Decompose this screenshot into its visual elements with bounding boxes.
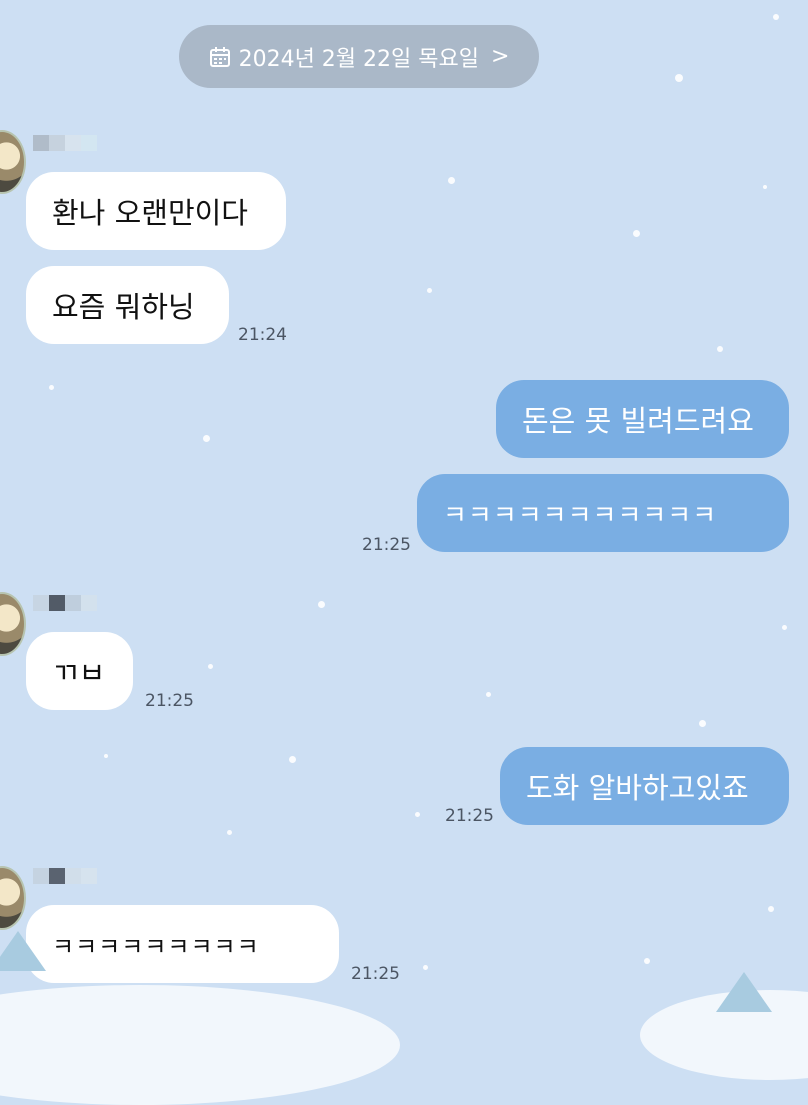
message-text: 돈은 못 빌려드려요	[522, 404, 754, 438]
message-bubble-incoming[interactable]: ㄲㅂ	[26, 632, 133, 710]
avatar[interactable]	[0, 130, 26, 194]
avatar[interactable]	[0, 592, 26, 656]
message-time: 21:25	[145, 691, 194, 711]
sender-name-blurred	[33, 135, 97, 151]
message-text: ㅋㅋㅋㅋㅋㅋㅋㅋㅋ	[52, 932, 260, 961]
date-header[interactable]: 2024년 2월 22일 목요일 >	[179, 25, 539, 88]
message-time: 21:25	[351, 964, 400, 984]
message-text: 도화 알바하고있죠	[526, 771, 749, 805]
message-time: 21:25	[445, 806, 494, 826]
message-bubble-incoming[interactable]: ㅋㅋㅋㅋㅋㅋㅋㅋㅋ	[26, 905, 339, 983]
chevron-right-icon: >	[490, 44, 510, 69]
message-time: 21:25	[362, 535, 411, 555]
message-bubble-incoming[interactable]: 환나 오랜만이다	[26, 172, 286, 250]
message-text: 요즘 뭐하닝	[52, 290, 195, 324]
sender-name-blurred	[33, 595, 97, 611]
message-text: ㅋㅋㅋㅋㅋㅋㅋㅋㅋㅋㅋ	[443, 500, 718, 531]
message-text: 환나 오랜만이다	[52, 196, 248, 230]
message-bubble-outgoing[interactable]: 도화 알바하고있죠	[500, 747, 789, 825]
calendar-icon	[209, 46, 230, 67]
message-text: ㄲㅂ	[52, 656, 106, 690]
avatar[interactable]	[0, 866, 26, 930]
sender-name-blurred	[33, 868, 97, 884]
message-bubble-outgoing[interactable]: 돈은 못 빌려드려요	[496, 380, 789, 458]
message-bubble-incoming[interactable]: 요즘 뭐하닝	[26, 266, 229, 344]
date-label: 2024년 2월 22일 목요일	[238, 46, 479, 72]
message-time: 21:24	[238, 325, 287, 345]
message-bubble-outgoing[interactable]: ㅋㅋㅋㅋㅋㅋㅋㅋㅋㅋㅋ	[417, 474, 789, 552]
